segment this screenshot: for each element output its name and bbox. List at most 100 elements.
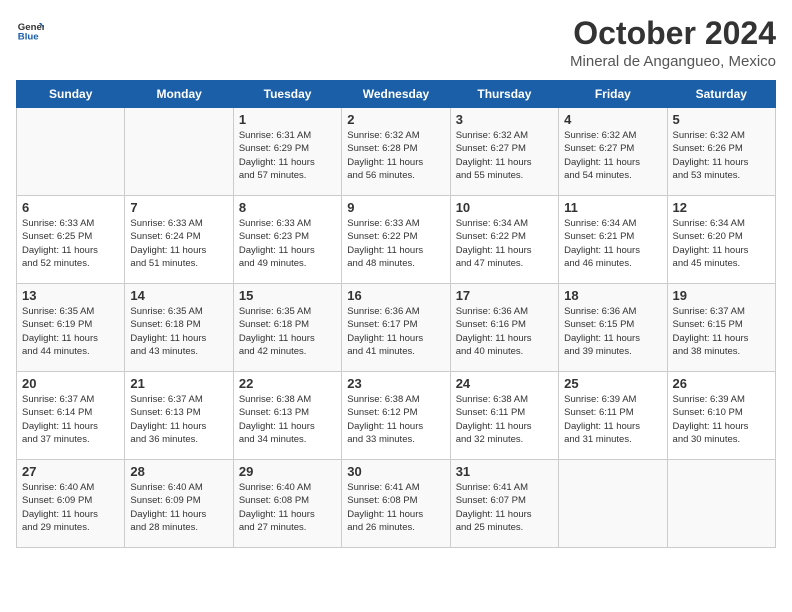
day-number: 10 bbox=[456, 200, 553, 215]
calendar-cell: 2Sunrise: 6:32 AMSunset: 6:28 PMDaylight… bbox=[342, 108, 450, 196]
calendar-cell bbox=[667, 460, 775, 548]
cell-info: Sunrise: 6:36 AMSunset: 6:15 PMDaylight:… bbox=[564, 305, 661, 358]
day-number: 9 bbox=[347, 200, 444, 215]
day-number: 31 bbox=[456, 464, 553, 479]
calendar-cell: 1 Sunrise: 6:31 AMSunset: 6:29 PMDaylight… bbox=[233, 108, 341, 196]
calendar-cell: 15Sunrise: 6:35 AMSunset: 6:18 PMDayligh… bbox=[233, 284, 341, 372]
day-number: 18 bbox=[564, 288, 661, 303]
cell-info: Sunrise: 6:33 AMSunset: 6:22 PMDaylight:… bbox=[347, 217, 444, 270]
calendar-cell: 30Sunrise: 6:41 AMSunset: 6:08 PMDayligh… bbox=[342, 460, 450, 548]
cell-info: Sunrise: 6:33 AMSunset: 6:25 PMDaylight:… bbox=[22, 217, 119, 270]
day-number: 6 bbox=[22, 200, 119, 215]
day-number: 30 bbox=[347, 464, 444, 479]
cell-info: Sunrise: 6:32 AMSunset: 6:26 PMDaylight:… bbox=[673, 129, 770, 182]
day-number: 3 bbox=[456, 112, 553, 127]
cell-info: Sunrise: 6:37 AMSunset: 6:14 PMDaylight:… bbox=[22, 393, 119, 446]
logo-icon: General Blue bbox=[16, 16, 44, 44]
day-number: 12 bbox=[673, 200, 770, 215]
calendar-body: 1 Sunrise: 6:31 AMSunset: 6:29 PMDaylight… bbox=[17, 108, 776, 548]
weekday-header-cell: Tuesday bbox=[233, 81, 341, 108]
calendar-cell: 27Sunrise: 6:40 AMSunset: 6:09 PMDayligh… bbox=[17, 460, 125, 548]
day-number: 4 bbox=[564, 112, 661, 127]
calendar-cell: 8Sunrise: 6:33 AMSunset: 6:23 PMDaylight… bbox=[233, 196, 341, 284]
day-number: 15 bbox=[239, 288, 336, 303]
day-number: 13 bbox=[22, 288, 119, 303]
calendar-cell: 11 Sunrise: 6:34 AMSunset: 6:21 PMDayligh… bbox=[559, 196, 667, 284]
cell-info: Sunrise: 6:39 AMSunset: 6:11 PMDaylight:… bbox=[564, 393, 661, 446]
day-number: 1 bbox=[239, 112, 336, 127]
day-number: 23 bbox=[347, 376, 444, 391]
cell-info: Sunrise: 6:34 AMSunset: 6:22 PMDaylight:… bbox=[456, 217, 553, 270]
weekday-header-cell: Friday bbox=[559, 81, 667, 108]
calendar-cell: 21Sunrise: 6:37 AMSunset: 6:13 PMDayligh… bbox=[125, 372, 233, 460]
calendar-cell: 5 Sunrise: 6:32 AMSunset: 6:26 PMDaylight… bbox=[667, 108, 775, 196]
calendar-cell: 17 Sunrise: 6:36 AMSunset: 6:16 PMDayligh… bbox=[450, 284, 558, 372]
day-number: 8 bbox=[239, 200, 336, 215]
day-number: 21 bbox=[130, 376, 227, 391]
calendar-title: October 2024 bbox=[570, 16, 776, 51]
calendar-table: SundayMondayTuesdayWednesdayThursdayFrid… bbox=[16, 80, 776, 548]
calendar-cell: 18 Sunrise: 6:36 AMSunset: 6:15 PMDayligh… bbox=[559, 284, 667, 372]
cell-info: Sunrise: 6:38 AMSunset: 6:12 PMDaylight:… bbox=[347, 393, 444, 446]
calendar-cell: 10 Sunrise: 6:34 AMSunset: 6:22 PMDayligh… bbox=[450, 196, 558, 284]
cell-info: Sunrise: 6:38 AMSunset: 6:11 PMDaylight:… bbox=[456, 393, 553, 446]
title-block: October 2024 Mineral de Angangueo, Mexic… bbox=[570, 16, 776, 70]
cell-info: Sunrise: 6:40 AMSunset: 6:08 PMDaylight:… bbox=[239, 481, 336, 534]
cell-info: Sunrise: 6:40 AMSunset: 6:09 PMDaylight:… bbox=[22, 481, 119, 534]
calendar-week-row: 1 Sunrise: 6:31 AMSunset: 6:29 PMDaylight… bbox=[17, 108, 776, 196]
cell-info: Sunrise: 6:31 AMSunset: 6:29 PMDaylight:… bbox=[239, 129, 336, 182]
calendar-subtitle: Mineral de Angangueo, Mexico bbox=[570, 53, 776, 70]
calendar-cell bbox=[559, 460, 667, 548]
cell-info: Sunrise: 6:35 AMSunset: 6:18 PMDaylight:… bbox=[130, 305, 227, 358]
calendar-cell: 24 Sunrise: 6:38 AMSunset: 6:11 PMDayligh… bbox=[450, 372, 558, 460]
cell-info: Sunrise: 6:37 AMSunset: 6:15 PMDaylight:… bbox=[673, 305, 770, 358]
day-number: 16 bbox=[347, 288, 444, 303]
calendar-cell: 16 Sunrise: 6:36 AMSunset: 6:17 PMDayligh… bbox=[342, 284, 450, 372]
weekday-header-cell: Sunday bbox=[17, 81, 125, 108]
day-number: 25 bbox=[564, 376, 661, 391]
day-number: 11 bbox=[564, 200, 661, 215]
calendar-cell: 4 Sunrise: 6:32 AMSunset: 6:27 PMDaylight… bbox=[559, 108, 667, 196]
calendar-cell: 31 Sunrise: 6:41 AMSunset: 6:07 PMDayligh… bbox=[450, 460, 558, 548]
calendar-week-row: 27Sunrise: 6:40 AMSunset: 6:09 PMDayligh… bbox=[17, 460, 776, 548]
day-number: 20 bbox=[22, 376, 119, 391]
weekday-header-cell: Thursday bbox=[450, 81, 558, 108]
calendar-cell: 3Sunrise: 6:32 AMSunset: 6:27 PMDaylight… bbox=[450, 108, 558, 196]
cell-info: Sunrise: 6:40 AMSunset: 6:09 PMDaylight:… bbox=[130, 481, 227, 534]
cell-info: Sunrise: 6:38 AMSunset: 6:13 PMDaylight:… bbox=[239, 393, 336, 446]
calendar-cell: 7 Sunrise: 6:33 AMSunset: 6:24 PMDaylight… bbox=[125, 196, 233, 284]
calendar-cell: 22 Sunrise: 6:38 AMSunset: 6:13 PMDayligh… bbox=[233, 372, 341, 460]
calendar-cell: 23 Sunrise: 6:38 AMSunset: 6:12 PMDayligh… bbox=[342, 372, 450, 460]
day-number: 29 bbox=[239, 464, 336, 479]
day-number: 14 bbox=[130, 288, 227, 303]
cell-info: Sunrise: 6:39 AMSunset: 6:10 PMDaylight:… bbox=[673, 393, 770, 446]
cell-info: Sunrise: 6:32 AMSunset: 6:27 PMDaylight:… bbox=[564, 129, 661, 182]
calendar-cell: 25 Sunrise: 6:39 AMSunset: 6:11 PMDayligh… bbox=[559, 372, 667, 460]
cell-info: Sunrise: 6:36 AMSunset: 6:16 PMDaylight:… bbox=[456, 305, 553, 358]
calendar-cell: 29 Sunrise: 6:40 AMSunset: 6:08 PMDayligh… bbox=[233, 460, 341, 548]
day-number: 17 bbox=[456, 288, 553, 303]
day-number: 5 bbox=[673, 112, 770, 127]
day-number: 19 bbox=[673, 288, 770, 303]
logo: General Blue bbox=[16, 16, 44, 44]
svg-text:Blue: Blue bbox=[18, 32, 39, 43]
day-number: 22 bbox=[239, 376, 336, 391]
calendar-cell: 28 Sunrise: 6:40 AMSunset: 6:09 PMDayligh… bbox=[125, 460, 233, 548]
cell-info: Sunrise: 6:36 AMSunset: 6:17 PMDaylight:… bbox=[347, 305, 444, 358]
cell-info: Sunrise: 6:33 AMSunset: 6:24 PMDaylight:… bbox=[130, 217, 227, 270]
calendar-cell: 19 Sunrise: 6:37 AMSunset: 6:15 PMDayligh… bbox=[667, 284, 775, 372]
day-number: 7 bbox=[130, 200, 227, 215]
day-number: 2 bbox=[347, 112, 444, 127]
weekday-header-cell: Saturday bbox=[667, 81, 775, 108]
weekday-header-row: SundayMondayTuesdayWednesdayThursdayFrid… bbox=[17, 81, 776, 108]
page-header: General Blue October 2024 Mineral de Ang… bbox=[16, 16, 776, 70]
day-number: 28 bbox=[130, 464, 227, 479]
calendar-cell: 20 Sunrise: 6:37 AMSunset: 6:14 PMDayligh… bbox=[17, 372, 125, 460]
calendar-cell bbox=[17, 108, 125, 196]
calendar-cell: 6 Sunrise: 6:33 AMSunset: 6:25 PMDaylight… bbox=[17, 196, 125, 284]
calendar-cell: 13Sunrise: 6:35 AMSunset: 6:19 PMDayligh… bbox=[17, 284, 125, 372]
day-number: 24 bbox=[456, 376, 553, 391]
cell-info: Sunrise: 6:41 AMSunset: 6:07 PMDaylight:… bbox=[456, 481, 553, 534]
day-number: 26 bbox=[673, 376, 770, 391]
cell-info: Sunrise: 6:34 AMSunset: 6:21 PMDaylight:… bbox=[564, 217, 661, 270]
